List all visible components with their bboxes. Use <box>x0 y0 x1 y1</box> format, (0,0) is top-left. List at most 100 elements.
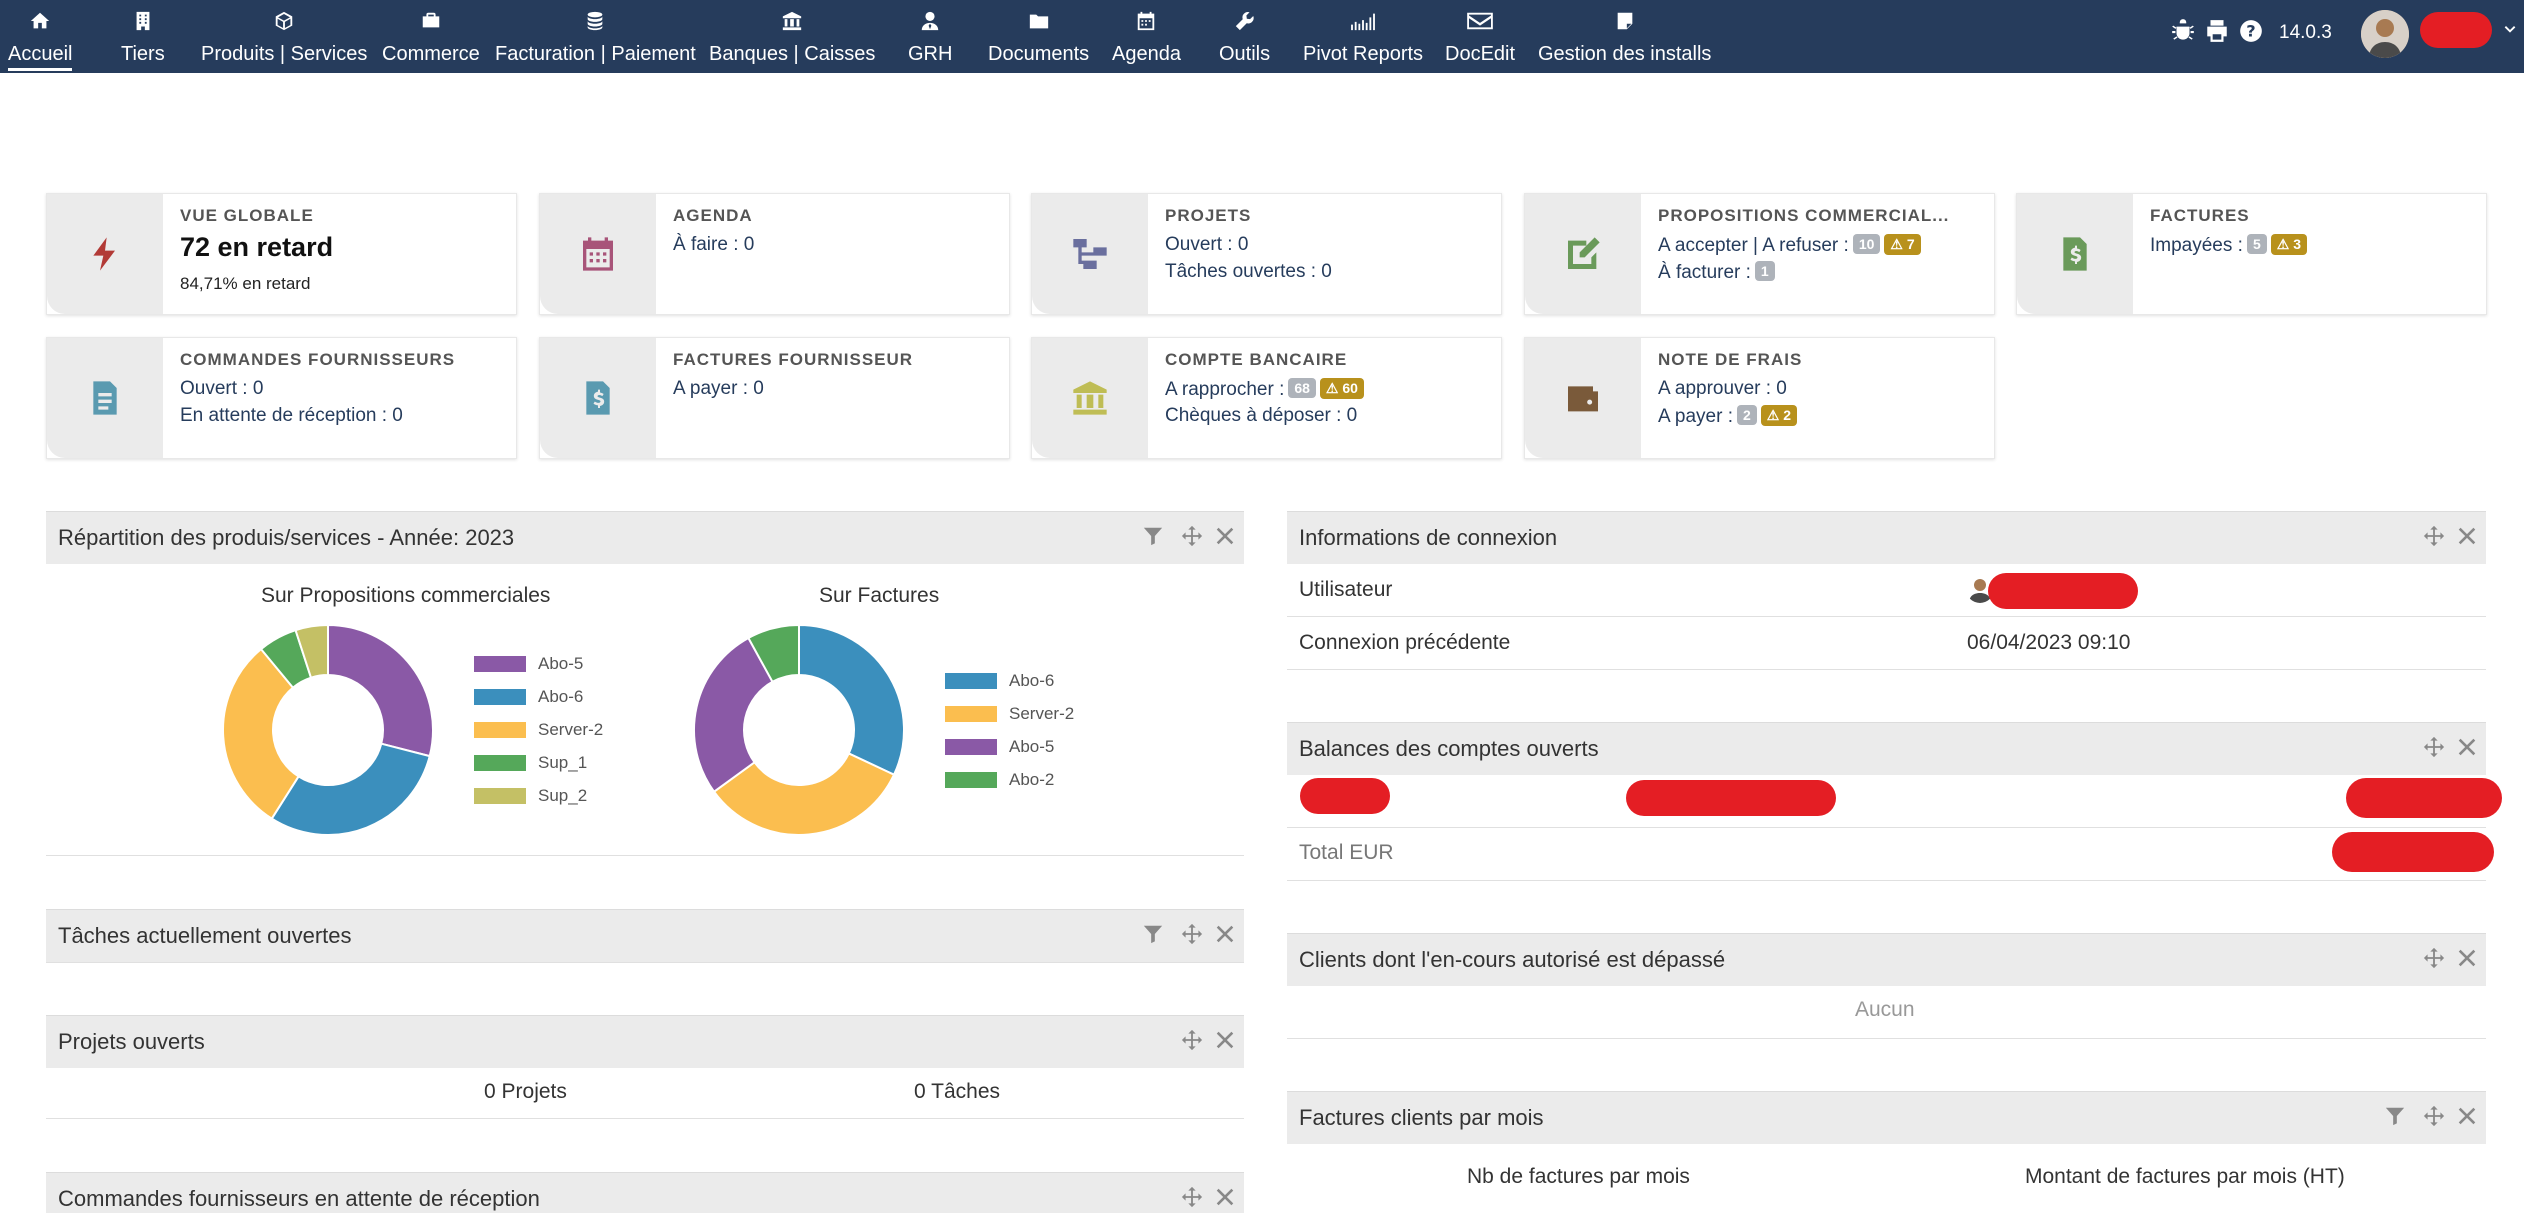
legend-item-sup_1[interactable]: Sup_1 <box>474 753 587 773</box>
pie-slice-abo-6[interactable] <box>798 623 905 777</box>
svg-text:?: ? <box>2246 21 2255 40</box>
legend-item-abo-2[interactable]: Abo-2 <box>945 770 1054 790</box>
chevron-down-icon[interactable] <box>2502 22 2518 43</box>
count-badge[interactable]: 5 <box>2246 234 2267 254</box>
move-icon[interactable] <box>2423 736 2447 760</box>
move-icon[interactable] <box>1181 923 1205 947</box>
overdue-count[interactable]: 72 en retard <box>180 232 333 263</box>
avatar[interactable] <box>2361 10 2409 58</box>
move-icon[interactable] <box>2423 947 2447 971</box>
menu-gestion-installs[interactable]: Gestion des installs <box>1538 0 1711 73</box>
menu-pivot-reports[interactable]: Pivot Reports <box>1303 0 1423 73</box>
close-icon[interactable] <box>2456 1105 2480 1129</box>
close-icon[interactable] <box>2456 947 2480 971</box>
count-badge[interactable]: 68 <box>1288 378 1316 398</box>
cheques-deposit[interactable]: Chèques à déposer : 0 <box>1165 405 1357 427</box>
menu-label: DocEdit <box>1445 43 1516 65</box>
menu-accueil[interactable]: Accueil <box>8 0 73 73</box>
pie-slice-abo-6[interactable] <box>270 742 431 836</box>
menu-banques-caisses[interactable]: Banques | Caisses <box>709 0 875 73</box>
move-icon[interactable] <box>2423 1105 2447 1129</box>
warning-badge[interactable]: ⚠ 60 <box>1319 378 1364 399</box>
legend-label: Abo-5 <box>538 654 584 673</box>
divider <box>1287 669 2486 670</box>
signature-icon <box>1525 194 1641 314</box>
pie-slice-abo-5[interactable] <box>327 623 434 758</box>
bank-reconcile[interactable]: A rapprocher :68 ⚠ 60 <box>1165 378 1364 401</box>
move-icon[interactable] <box>2423 525 2447 549</box>
filter-icon[interactable] <box>2384 1105 2408 1129</box>
box-title: PROPOSITIONS COMMERCIAL... <box>1658 206 1950 225</box>
taches-open[interactable]: Tâches ouvertes : 0 <box>1165 261 1332 283</box>
legend-item-abo-5[interactable]: Abo-5 <box>945 737 1054 757</box>
legend-item-sup_2[interactable]: Sup_2 <box>474 786 587 806</box>
taches-count[interactable]: 0 Tâches <box>914 1080 1000 1104</box>
box-vue-globale[interactable]: VUE GLOBALE 72 en retard 84,71% en retar… <box>46 193 517 315</box>
close-icon[interactable] <box>2456 525 2480 549</box>
legend-item-abo-6[interactable]: Abo-6 <box>945 671 1054 691</box>
box-agenda[interactable]: AGENDA À faire : 0 <box>539 193 1010 315</box>
filter-icon[interactable] <box>1142 525 1166 549</box>
warning-badge[interactable]: ⚠ 3 <box>2270 234 2307 255</box>
overdue-percent: 84,71% en retard <box>180 274 311 293</box>
box-propositions[interactable]: PROPOSITIONS COMMERCIAL... A accepter | … <box>1524 193 1995 315</box>
menu-docedit[interactable]: DocEdit <box>1445 0 1515 73</box>
legend-item-server-2[interactable]: Server-2 <box>945 704 1074 724</box>
box-note-de-frais[interactable]: NOTE DE FRAIS A approuver : 0 A payer :2… <box>1524 337 1995 459</box>
commandes-awaiting[interactable]: En attente de réception : 0 <box>180 405 403 427</box>
help-icon[interactable]: ? <box>2238 18 2264 49</box>
legend-label: Sup_1 <box>538 753 588 772</box>
box-projets[interactable]: PROJETS Ouvert : 0 Tâches ouvertes : 0 <box>1031 193 1502 315</box>
legend-item-server-2[interactable]: Server-2 <box>474 720 603 740</box>
close-icon[interactable] <box>1214 525 1238 549</box>
count-badge[interactable]: 10 <box>1852 234 1881 254</box>
bug-icon[interactable] <box>2170 18 2196 49</box>
propositions-bill[interactable]: À facturer :1 <box>1658 261 1775 284</box>
filter-icon[interactable] <box>1142 923 1166 947</box>
projets-open[interactable]: Ouvert : 0 <box>1165 234 1248 256</box>
close-icon[interactable] <box>1214 1186 1238 1210</box>
warning-badge[interactable]: ⚠ 7 <box>1884 234 1921 255</box>
menu-grh[interactable]: GRH <box>908 0 952 73</box>
menu-commerce[interactable]: Commerce <box>382 0 480 73</box>
factures-fournisseur-topay[interactable]: A payer : 0 <box>673 378 764 400</box>
box-title: FACTURES <box>2150 206 2250 225</box>
legend-item-abo-6[interactable]: Abo-6 <box>474 687 583 707</box>
frais-approve[interactable]: A approuver : 0 <box>1658 378 1787 400</box>
propositions-accept[interactable]: A accepter | A refuser :10 ⚠ 7 <box>1658 234 1921 257</box>
close-icon[interactable] <box>1214 1029 1238 1053</box>
box-factures[interactable]: FACTURES Impayées :5 ⚠ 3 <box>2016 193 2487 315</box>
close-icon[interactable] <box>2456 736 2480 760</box>
warning-badge[interactable]: ⚠ 2 <box>1760 405 1798 426</box>
move-icon[interactable] <box>1181 525 1205 549</box>
factures-unpaid[interactable]: Impayées :5 ⚠ 3 <box>2150 234 2307 257</box>
panel-balances-header: Balances des comptes ouverts <box>1287 722 2486 775</box>
box-compte-bancaire[interactable]: COMPTE BANCAIRE A rapprocher :68 ⚠ 60 Chè… <box>1031 337 1502 459</box>
menu-label: Gestion des installs <box>1538 43 1712 65</box>
menu-produits-services[interactable]: Produits | Services <box>201 0 367 73</box>
print-icon[interactable] <box>2204 18 2230 49</box>
box-commandes-fournisseurs[interactable]: COMMANDES FOURNISSEURS Ouvert : 0 En att… <box>46 337 517 459</box>
box-factures-fournisseur[interactable]: FACTURES FOURNISSEUR A payer : 0 <box>539 337 1010 459</box>
commandes-open[interactable]: Ouvert : 0 <box>180 378 263 400</box>
count-badge[interactable]: 2 <box>1737 405 1757 425</box>
move-icon[interactable] <box>1181 1029 1205 1053</box>
box-title: FACTURES FOURNISSEUR <box>673 350 914 369</box>
frais-topay[interactable]: A payer :2 ⚠ 2 <box>1658 405 1798 428</box>
menu-tiers[interactable]: Tiers <box>121 0 165 73</box>
menu-facturation-paiement[interactable]: Facturation | Paiement <box>495 0 696 73</box>
close-icon[interactable] <box>1214 923 1238 947</box>
divider <box>46 1118 1244 1119</box>
move-icon[interactable] <box>1181 1186 1205 1210</box>
menu-agenda[interactable]: Agenda <box>1112 0 1181 73</box>
legend-item-abo-5[interactable]: Abo-5 <box>474 654 583 674</box>
redacted-account[interactable] <box>1300 778 1390 814</box>
menu-outils[interactable]: Outils <box>1219 0 1270 73</box>
warning-count: 3 <box>2293 236 2301 252</box>
projets-count[interactable]: 0 Projets <box>484 1080 567 1104</box>
agenda-todo[interactable]: À faire : 0 <box>673 234 754 256</box>
panel-title: Tâches actuellement ouvertes <box>58 923 352 948</box>
building-icon <box>130 8 156 34</box>
count-badge[interactable]: 1 <box>1754 261 1775 281</box>
menu-documents[interactable]: Documents <box>988 0 1089 73</box>
